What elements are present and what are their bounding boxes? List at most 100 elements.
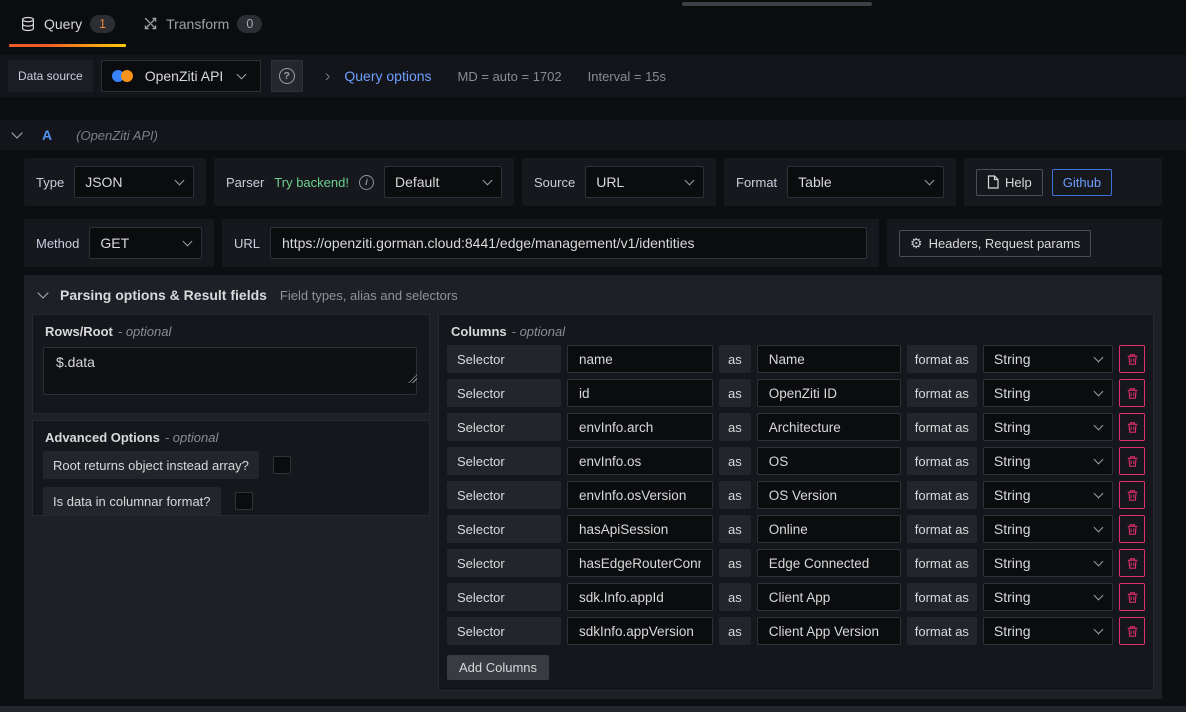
info-circle-icon[interactable]: i: [359, 175, 374, 190]
chevron-down-icon: [1094, 556, 1104, 566]
delete-column-button[interactable]: [1119, 617, 1145, 645]
column-alias-input[interactable]: [757, 617, 901, 645]
github-button-label: Github: [1063, 175, 1101, 190]
query-count-badge: 1: [90, 15, 115, 33]
column-alias-input[interactable]: [757, 549, 901, 577]
method-select[interactable]: GET: [89, 227, 202, 259]
url-input[interactable]: [270, 227, 867, 259]
format-as-label: format as: [907, 413, 977, 441]
shuffle-arrows-icon: [143, 16, 158, 31]
delete-column-button[interactable]: [1119, 481, 1145, 509]
help-button[interactable]: Help: [976, 169, 1043, 196]
column-alias-input[interactable]: [757, 379, 901, 407]
source-select[interactable]: URL: [585, 166, 704, 198]
delete-column-button[interactable]: [1119, 583, 1145, 611]
add-columns-button[interactable]: Add Columns: [447, 655, 549, 680]
chevron-down-icon: [1094, 352, 1104, 362]
column-format-select[interactable]: String: [983, 345, 1113, 373]
datasource-name: OpenZiti API: [145, 68, 224, 84]
column-alias-input[interactable]: [757, 515, 901, 543]
column-alias-input[interactable]: [757, 447, 901, 475]
resize-grip-icon[interactable]: [408, 374, 417, 383]
delete-column-button[interactable]: [1119, 447, 1145, 475]
columnar-format-checkbox[interactable]: [235, 492, 253, 510]
column-selector-input[interactable]: [567, 481, 713, 509]
root-returns-object-checkbox[interactable]: [273, 456, 291, 474]
datasource-help-button[interactable]: ?: [271, 60, 303, 92]
column-selector-input[interactable]: [567, 549, 713, 577]
github-button[interactable]: Github: [1052, 169, 1112, 196]
column-format-value: String: [994, 521, 1031, 537]
query-options-toggle[interactable]: Query options: [344, 68, 431, 84]
column-selector-input[interactable]: [567, 447, 713, 475]
chevron-down-icon: [175, 175, 185, 185]
format-as-label: format as: [907, 549, 977, 577]
parser-field: Parser Try backend! i Default: [214, 158, 514, 206]
column-format-select[interactable]: String: [983, 413, 1113, 441]
parsing-left-column: Rows/Root- optional Advanced Options- op…: [32, 314, 430, 691]
openziti-logo-icon: [112, 69, 136, 83]
column-selector-input[interactable]: [567, 583, 713, 611]
selector-label: Selector: [447, 481, 561, 509]
delete-column-button[interactable]: [1119, 413, 1145, 441]
delete-column-button[interactable]: [1119, 379, 1145, 407]
parsing-options-panel: Parsing options & Result fields Field ty…: [24, 275, 1162, 699]
transform-count-badge: 0: [237, 15, 262, 33]
format-as-label: format as: [907, 379, 977, 407]
column-format-value: String: [994, 623, 1031, 639]
delete-column-button[interactable]: [1119, 549, 1145, 577]
as-label: as: [719, 345, 751, 373]
trash-icon: [1126, 489, 1139, 502]
url-label: URL: [234, 236, 260, 251]
as-label: as: [719, 481, 751, 509]
advanced-option-row: Is data in columnar format?: [43, 487, 419, 515]
datasource-label: Data source: [8, 60, 93, 92]
column-format-select[interactable]: String: [983, 583, 1113, 611]
column-selector-input[interactable]: [567, 515, 713, 543]
query-row-header[interactable]: A (OpenZiti API): [0, 120, 1186, 150]
trash-icon: [1126, 455, 1139, 468]
column-selector-input[interactable]: [567, 379, 713, 407]
rows-root-header: Rows/Root- optional: [33, 315, 429, 345]
rows-root-textarea-wrap: [33, 347, 429, 395]
column-alias-input[interactable]: [757, 583, 901, 611]
column-format-value: String: [994, 453, 1031, 469]
format-select[interactable]: Table: [787, 166, 944, 198]
url-field: URL: [222, 219, 879, 267]
try-backend-link[interactable]: Try backend!: [274, 175, 349, 190]
column-selector-input[interactable]: [567, 617, 713, 645]
max-data-points-text: MD = auto = 1702: [458, 69, 562, 84]
parsing-options-header[interactable]: Parsing options & Result fields Field ty…: [24, 275, 1162, 312]
column-alias-input[interactable]: [757, 413, 901, 441]
column-format-select[interactable]: String: [983, 481, 1113, 509]
column-format-select[interactable]: String: [983, 617, 1113, 645]
collapse-chevron-icon[interactable]: [11, 127, 22, 138]
column-format-select[interactable]: String: [983, 379, 1113, 407]
panel-resize-handle[interactable]: [682, 2, 872, 6]
chevron-down-icon: [925, 175, 935, 185]
rows-root-textarea[interactable]: [43, 347, 417, 395]
parser-select[interactable]: Default: [384, 166, 502, 198]
selector-label: Selector: [447, 345, 561, 373]
selector-label: Selector: [447, 413, 561, 441]
type-select[interactable]: JSON: [74, 166, 194, 198]
column-selector-input[interactable]: [567, 413, 713, 441]
tab-transform[interactable]: Transform 0: [129, 0, 276, 47]
tab-query[interactable]: Query 1: [6, 0, 129, 47]
column-format-select[interactable]: String: [983, 515, 1113, 543]
column-alias-input[interactable]: [757, 481, 901, 509]
delete-column-button[interactable]: [1119, 345, 1145, 373]
column-selector-input[interactable]: [567, 345, 713, 373]
column-format-select[interactable]: String: [983, 549, 1113, 577]
column-format-select[interactable]: String: [983, 447, 1113, 475]
panel-edit-tabbar: Query 1 Transform 0: [0, 0, 1186, 47]
trash-icon: [1126, 591, 1139, 604]
headers-request-params-button[interactable]: ⚙ Headers, Request params: [899, 230, 1091, 257]
parsing-options-subtitle: Field types, alias and selectors: [280, 288, 458, 303]
datasource-picker[interactable]: OpenZiti API: [101, 60, 261, 92]
delete-column-button[interactable]: [1119, 515, 1145, 543]
collapse-chevron-icon[interactable]: [37, 287, 48, 298]
column-alias-input[interactable]: [757, 345, 901, 373]
trash-icon: [1126, 557, 1139, 570]
format-as-label: format as: [907, 515, 977, 543]
